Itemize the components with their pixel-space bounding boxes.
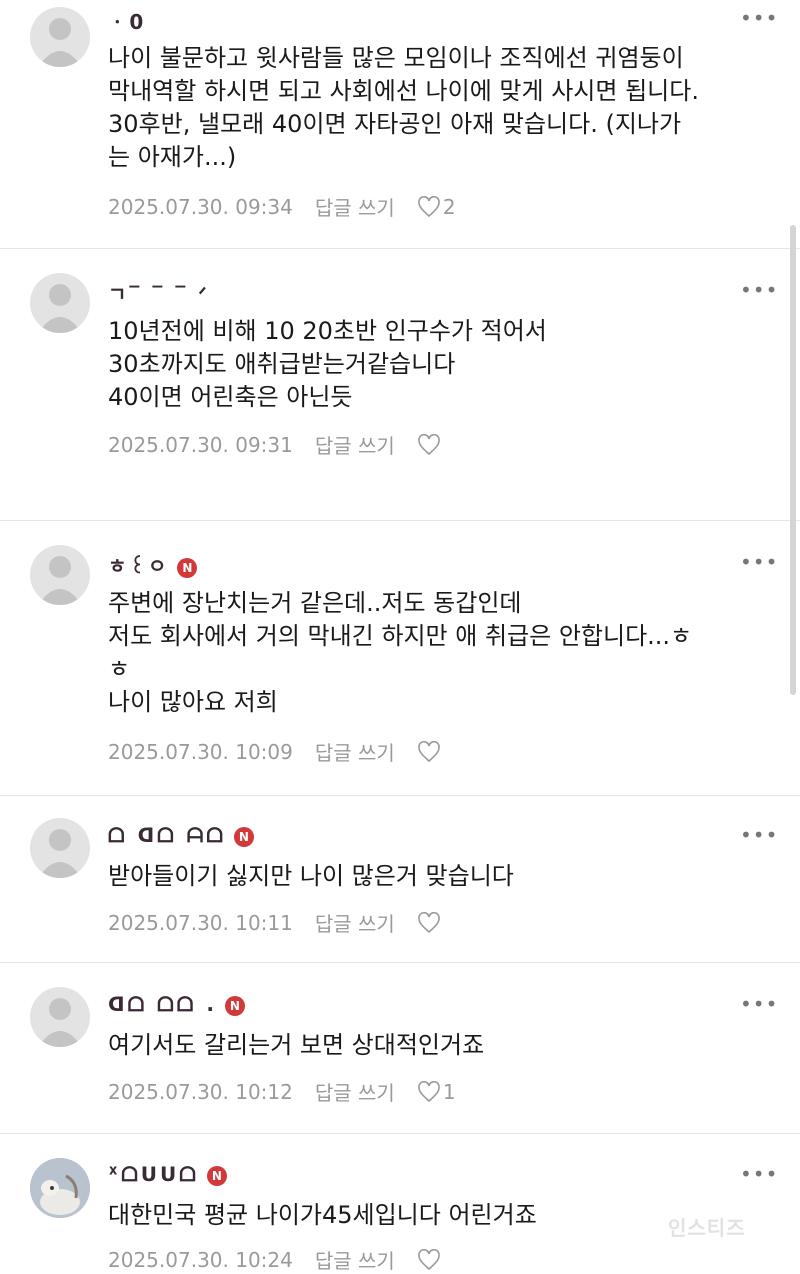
comment-date: 2025.07.30. 09:34 (108, 194, 293, 219)
more-options-icon[interactable]: ••• (740, 550, 778, 574)
reply-button[interactable]: 답글 쓰기 (315, 430, 395, 459)
scrollbar[interactable] (790, 225, 796, 695)
comment-nickname[interactable]: ㆍ0 (108, 6, 146, 35)
reply-button[interactable]: 답글 쓰기 (315, 737, 395, 766)
default-avatar-icon (38, 829, 82, 878)
like-button[interactable] (417, 911, 443, 934)
comment-meta: 2025.07.30. 10:12 답글 쓰기 1 (108, 1077, 456, 1106)
comment-nickname[interactable]: ᕁᗝᑌᑌᗝ N (108, 1162, 227, 1186)
like-button[interactable]: 2 (417, 195, 456, 219)
like-count: 1 (442, 1079, 456, 1104)
comment-line: 받아들이기 싫지만 나이 많은거 맞습니다 (108, 862, 514, 890)
avatar[interactable] (30, 818, 90, 878)
default-avatar-icon (38, 18, 82, 67)
comment-date: 2025.07.30. 10:11 (108, 910, 293, 935)
like-button[interactable] (417, 1248, 443, 1271)
comment-line: 30초까지도 애취급받는거같습니다 (108, 350, 456, 378)
comment-line: 여기서도 갈리는거 보면 상대적인거죠 (108, 1031, 485, 1059)
comment-meta: 2025.07.30. 09:34 답글 쓰기 2 (108, 192, 456, 221)
comment-date: 2025.07.30. 10:09 (108, 739, 293, 764)
avatar[interactable] (30, 545, 90, 605)
divider (0, 248, 800, 249)
default-avatar-icon (38, 284, 82, 333)
comment-meta: 2025.07.30. 09:31 답글 쓰기 (108, 430, 443, 459)
divider (0, 962, 800, 963)
n-badge-icon: N (224, 995, 245, 1016)
heart-icon (418, 433, 440, 455)
comment-nickname[interactable]: ᗝ ᗡᗝ ᗩᗝ N (108, 823, 254, 847)
comment-text: 여기서도 갈리는거 보면 상대적인거죠 (108, 1029, 778, 1062)
n-badge-icon: N (233, 826, 254, 847)
like-button[interactable]: 1 (417, 1080, 456, 1104)
comment-nickname[interactable]: ㅎ꒰ㅇ N (108, 550, 198, 579)
n-badge-icon: N (177, 557, 198, 578)
like-button[interactable] (417, 433, 443, 456)
default-avatar-icon (38, 998, 82, 1047)
comment-text: 주변에 장난치는거 같은데..저도 동갑인데 저도 회사에서 거의 막내긴 하지… (108, 587, 778, 719)
divider (0, 1133, 800, 1134)
comment-meta: 2025.07.30. 10:09 답글 쓰기 (108, 737, 443, 766)
comment-line: 10년전에 비해 10 20초반 인구수가 적어서 (108, 317, 547, 345)
comment-nickname[interactable]: ᗡᗝ ᗝᗝ .N (108, 992, 245, 1016)
comment-text: 나이 불문하고 윗사람들 많은 모임이나 조직에선 귀염둥이 막내역할 하시면 … (108, 42, 778, 174)
watermark: 인스티즈 (668, 1216, 746, 1240)
comment-date: 2025.07.30. 10:24 (108, 1247, 293, 1272)
heart-icon (418, 195, 440, 217)
avatar[interactable] (30, 987, 90, 1047)
comment-text: 받아들이기 싫지만 나이 많은거 맞습니다 (108, 860, 778, 893)
reply-button[interactable]: 답글 쓰기 (315, 192, 395, 221)
heart-icon (418, 1080, 440, 1102)
comment-date: 2025.07.30. 10:12 (108, 1079, 293, 1104)
divider (0, 795, 800, 796)
more-options-icon[interactable]: ••• (740, 6, 778, 30)
default-avatar-icon (38, 556, 82, 605)
comment-line: 주변에 장난치는거 같은데..저도 동갑인데 (108, 589, 522, 617)
heart-icon (418, 911, 440, 933)
comment-meta: 2025.07.30. 10:11 답글 쓰기 (108, 908, 443, 937)
n-badge-icon: N (206, 1165, 227, 1186)
comment-date: 2025.07.30. 09:31 (108, 432, 293, 457)
like-count: 2 (442, 194, 456, 219)
heart-icon (418, 1248, 440, 1270)
reply-button[interactable]: 답글 쓰기 (315, 1077, 395, 1106)
comment-line: 나이 불문하고 윗사람들 많은 모임이나 조직에선 귀염둥이 (108, 44, 684, 72)
comment-line: 나이 많아요 저희 (108, 688, 278, 716)
heart-icon (418, 740, 440, 762)
divider (0, 520, 800, 521)
avatar[interactable] (30, 1158, 90, 1218)
comment-line: ㅎ (108, 655, 131, 683)
avatar[interactable] (30, 273, 90, 333)
like-button[interactable] (417, 740, 443, 763)
profile-photo-icon (30, 1158, 90, 1218)
comment-line: 40이면 어린축은 아닌듯 (108, 383, 353, 411)
more-options-icon[interactable]: ••• (740, 1162, 778, 1186)
more-options-icon[interactable]: ••• (740, 278, 778, 302)
reply-button[interactable]: 답글 쓰기 (315, 908, 395, 937)
comment-nickname[interactable]: ㄱ‾ ‾ ‾ ᐟ (108, 278, 210, 307)
avatar[interactable] (30, 7, 90, 67)
comment-line: 저도 회사에서 거의 막내긴 하지만 애 취급은 안합니다...ㅎ (108, 622, 693, 650)
comment-line: 막내역할 하시면 되고 사회에선 나이에 맞게 사시면 됩니다. (108, 77, 699, 105)
comment-text: 10년전에 비해 10 20초반 인구수가 적어서 30초까지도 애취급받는거같… (108, 315, 778, 414)
comment-line: 30후반, 낼모래 40이면 자타공인 아재 맞습니다. (지나가 (108, 110, 682, 138)
more-options-icon[interactable]: ••• (740, 992, 778, 1016)
comment-line: 는 아재가...) (108, 143, 237, 171)
more-options-icon[interactable]: ••• (740, 823, 778, 847)
